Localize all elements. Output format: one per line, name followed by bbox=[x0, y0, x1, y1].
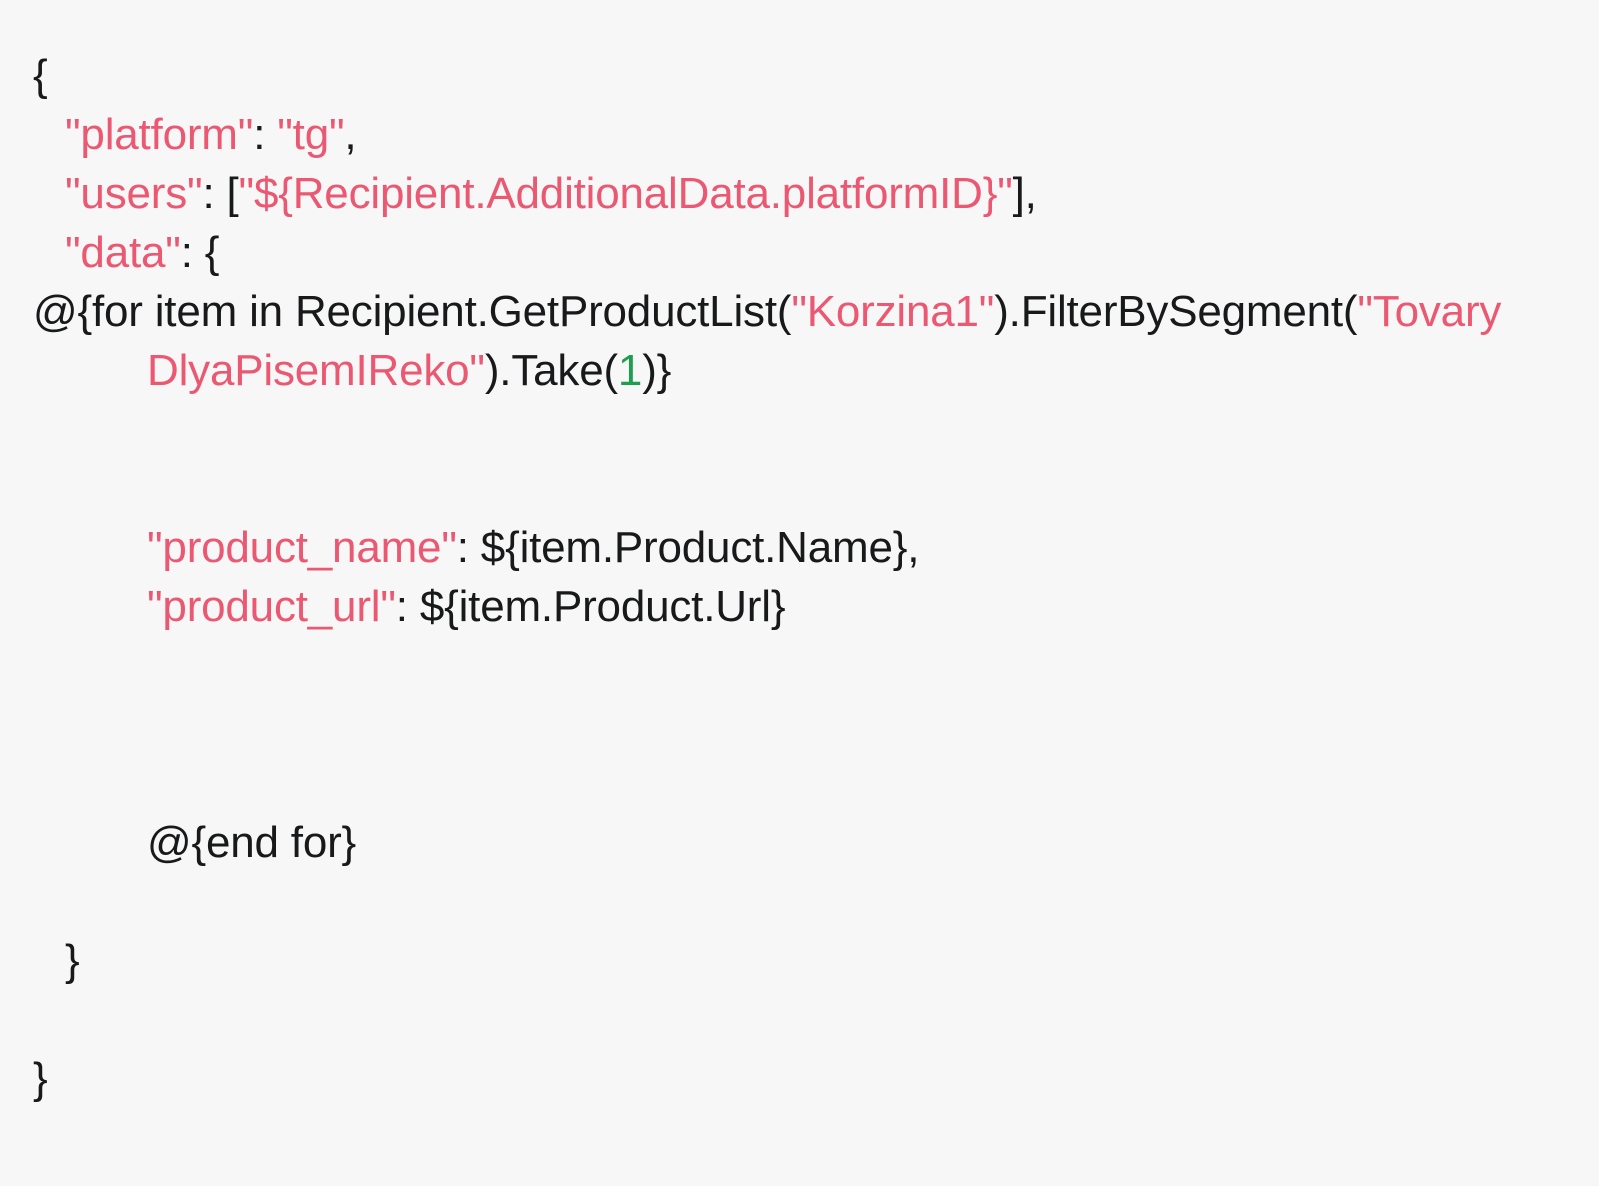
code-line-open-brace: { bbox=[33, 46, 1519, 105]
code-line-product-name: "product_name": ${item.Product.Name}, bbox=[33, 518, 1519, 577]
token-for-directive-close: )} bbox=[642, 346, 672, 395]
code-line-end-for: @{end for} bbox=[33, 813, 1519, 872]
code-line-blank-3 bbox=[33, 636, 1519, 695]
code-editor[interactable]: { "platform": "tg", "users": ["${Recipie… bbox=[0, 0, 1599, 1186]
token-comma-platform: , bbox=[344, 110, 357, 159]
code-line-data: "data": { bbox=[33, 223, 1519, 282]
token-key-product-name: "product_name" bbox=[147, 523, 457, 572]
code-line-blank-7 bbox=[33, 990, 1519, 1049]
code-line-blank-1 bbox=[33, 400, 1519, 459]
code-line-blank-6 bbox=[33, 872, 1519, 931]
token-value-platform: "tg" bbox=[277, 110, 345, 159]
token-key-platform: "platform" bbox=[65, 110, 254, 159]
code-block[interactable]: { "platform": "tg", "users": ["${Recipie… bbox=[33, 46, 1519, 1108]
token-open-brace: { bbox=[33, 51, 48, 100]
token-colon-data: : bbox=[180, 228, 205, 277]
token-for-expr-mid: ).FilterBySegment( bbox=[994, 287, 1358, 336]
code-line-close-brace-root: } bbox=[33, 1049, 1519, 1108]
token-comma-product-name: , bbox=[907, 523, 920, 572]
token-colon-platform: : bbox=[253, 110, 278, 159]
code-line-blank-4 bbox=[33, 695, 1519, 754]
token-close-brace-root: } bbox=[33, 1054, 48, 1103]
token-colon-product-name: : bbox=[456, 523, 481, 572]
token-key-data: "data" bbox=[65, 228, 181, 277]
token-end-for: @{end for} bbox=[147, 818, 357, 867]
token-key-product-url: "product_url" bbox=[147, 582, 396, 631]
token-for-arg-korzina: "Korzina1" bbox=[791, 287, 995, 336]
token-for-expr-tail: ).Take( bbox=[484, 346, 618, 395]
code-line-platform: "platform": "tg", bbox=[33, 105, 1519, 164]
code-line-blank-2 bbox=[33, 459, 1519, 518]
token-close-bracket-users: ], bbox=[1012, 169, 1037, 218]
token-colon-users: : bbox=[202, 169, 227, 218]
token-open-brace-data: { bbox=[204, 228, 220, 277]
code-line-users: "users": ["${Recipient.AdditionalData.pl… bbox=[33, 164, 1519, 223]
token-for-keyword: @{for item in bbox=[33, 287, 283, 336]
token-open-bracket-users: [ bbox=[226, 169, 239, 218]
token-close-brace-data: } bbox=[65, 936, 80, 985]
token-for-expr-head: Recipient.GetProductList( bbox=[282, 287, 792, 336]
code-line-product-url: "product_url": ${item.Product.Url} bbox=[33, 577, 1519, 636]
token-value-users: "${Recipient.AdditionalData.platformID}" bbox=[238, 169, 1013, 218]
code-line-for-directive: @{for item in Recipient.GetProductList("… bbox=[33, 282, 1519, 400]
token-colon-product-url: : bbox=[395, 582, 420, 631]
token-value-product-name: ${item.Product.Name} bbox=[480, 523, 908, 572]
token-key-users: "users" bbox=[65, 169, 203, 218]
code-line-close-brace-data: } bbox=[33, 931, 1519, 990]
token-take-count: 1 bbox=[617, 346, 643, 395]
token-value-product-url: ${item.Product.Url} bbox=[419, 582, 786, 631]
code-line-blank-5 bbox=[33, 754, 1519, 813]
